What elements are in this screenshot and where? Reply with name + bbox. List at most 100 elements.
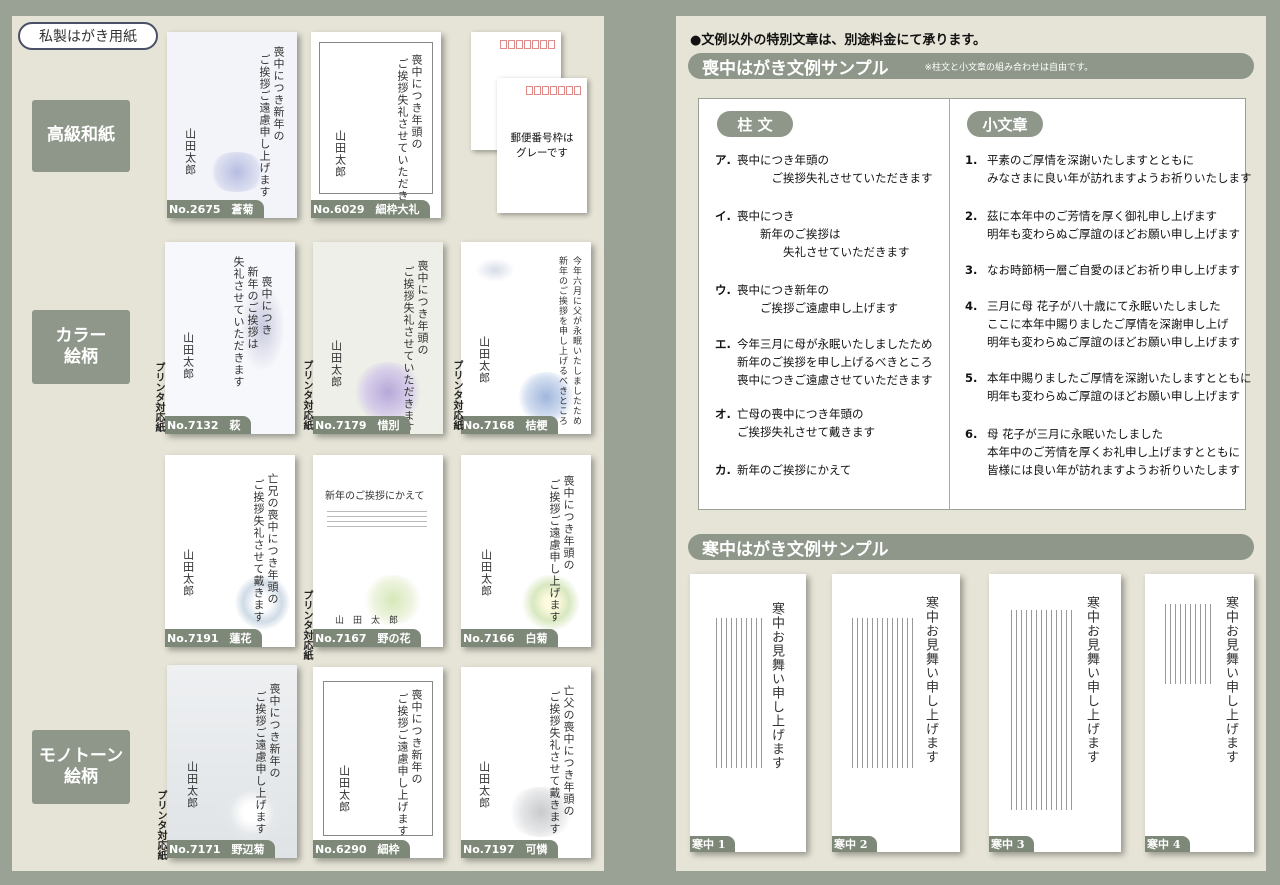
- kanchu-body-text: [848, 618, 914, 768]
- kobunsho-text: 三月に母 花子が八十歳にて永眠いたしました: [987, 299, 1221, 313]
- card-sender: 山田太郎: [479, 549, 493, 597]
- card-number-label: No.7168 桔梗: [461, 416, 558, 434]
- card-number-label: No.6029 細枠大礼: [311, 200, 430, 218]
- card-sender: 山田太郎: [477, 336, 491, 384]
- card-sender: 山田太郎: [181, 332, 195, 380]
- hashira-mark: ア.: [715, 153, 731, 167]
- card-6029[interactable]: 喪中につき年頭の ご挨拶失礼させていただきます 山田太郎 No.6029 細枠大…: [311, 32, 441, 218]
- cloud-decoration: [475, 258, 515, 282]
- kanchu-label: 寒中 4: [1145, 836, 1191, 852]
- hashira-text: 喪中につき新年の: [737, 283, 829, 297]
- hashira-text: 亡母の喪中につき年頭の: [737, 407, 864, 421]
- kobunsho-text: 本年中のご芳情を厚くお礼申し上げますとともに: [987, 445, 1240, 459]
- hashira-text: 新年のご挨拶にかえて: [737, 463, 852, 477]
- kobunsho-text: 茲に本年中のご芳情を厚く御礼申し上げます: [987, 209, 1217, 223]
- card-message: 喪中につき新年の: [268, 683, 281, 779]
- card-number-label: No.6290 細枠: [313, 840, 410, 858]
- card-message: ご挨拶失礼させていただきます: [396, 58, 409, 218]
- card-7179[interactable]: 喪中につき年頭の ご挨拶失礼させていただきます 山田太郎 No.7179 惜別: [313, 242, 443, 434]
- kanchu-body-text: [1161, 604, 1213, 684]
- card-number-label: No.7166 白菊: [461, 629, 558, 647]
- card-sender: 山田太郎: [337, 765, 351, 813]
- kobunsho-text: 本年中賜りましたご厚情を深謝いたしますとともに: [987, 371, 1252, 385]
- kobunsho-mark: 3.: [965, 263, 978, 277]
- kobunsho-text: 皆様には良い年が訪れますようお祈りいたします: [987, 463, 1240, 477]
- hashira-text: 喪中につき年頭の: [737, 153, 829, 167]
- hashira-text: 失礼させていただきます: [737, 245, 910, 259]
- card-message: ご挨拶失礼させて戴きます: [252, 479, 265, 623]
- card-sender: 山田太郎: [477, 761, 491, 809]
- card-message: 新年のご挨拶を申し上げるべきところ: [557, 256, 567, 426]
- card-message: 喪中につき年頭の: [410, 54, 423, 150]
- zip-boxes: [526, 86, 581, 95]
- hashira-item: オ. 亡母の喪中につき年頭の ご挨拶失礼させて戴きます: [715, 405, 875, 441]
- kanchu-label: 寒中 2: [832, 836, 878, 852]
- card-message: 喪中につき年頭の: [416, 260, 429, 356]
- card-message: 亡父の喪中につき年頭の: [562, 685, 575, 817]
- hashira-text: 喪中につきご遠慮させていただきます: [737, 373, 933, 387]
- kanchu-card-1[interactable]: 寒中お見舞い申し上げます 寒中 1: [690, 574, 806, 852]
- column-divider: [949, 99, 950, 509]
- card-number-label: No.2675 蒼菊: [167, 200, 264, 218]
- mochu-title: 喪中はがき文例サンプル: [702, 58, 889, 79]
- card-message: 亡兄の喪中につき年頭の: [266, 473, 279, 605]
- kobunsho-item: 2. 茲に本年中のご芳情を厚く御礼申し上げます 明年も変わらぬご厚誼のほどお願い申し…: [965, 207, 1240, 243]
- card-sender: 山田太郎: [181, 549, 195, 597]
- card-7167[interactable]: 新年のご挨拶にかえて 山 田 太 郎 No.7167 野の花: [313, 455, 443, 647]
- kobunsho-mark: 2.: [965, 209, 978, 223]
- hashira-mark: イ.: [715, 209, 731, 223]
- card-7171[interactable]: 喪中につき新年の ご挨拶ご遠慮申し上げます 山田太郎 No.7171 野辺菊: [167, 665, 297, 858]
- category-washi: 高級和紙: [32, 100, 130, 172]
- kanchu-body-text: [712, 618, 762, 768]
- card-message: 新年のご挨拶は: [246, 266, 259, 350]
- card-7191[interactable]: 亡兄の喪中につき年頭の ご挨拶失礼させて戴きます 山田太郎 No.7191 蓮花: [165, 455, 295, 647]
- kobunsho-text: なお時節柄一層ご自愛のほどお祈り申し上げます: [987, 263, 1240, 277]
- hashira-mark: エ.: [715, 337, 731, 351]
- card-message: ご挨拶ご遠慮申し上げます: [396, 693, 409, 837]
- card-number-label: No.7171 野辺菊: [167, 840, 275, 858]
- card-message: 喪中につき年頭の: [562, 475, 575, 571]
- hashira-label: 柱 文: [717, 111, 793, 137]
- printer-note: プリンタ対応紙: [301, 360, 312, 430]
- card-7197[interactable]: 亡父の喪中につき年頭の ご挨拶失礼させて戴きます 山田太郎 No.7197 可憐: [461, 667, 591, 858]
- kobunsho-mark: 1.: [965, 153, 978, 167]
- zip-boxes: [500, 40, 555, 49]
- card-6290[interactable]: 喪中につき新年の ご挨拶ご遠慮申し上げます 山田太郎 No.6290 細枠: [313, 667, 443, 858]
- card-message: 喪中につき新年の: [272, 46, 285, 142]
- kobunsho-text: 平素のご厚情を深謝いたしますとともに: [987, 153, 1194, 167]
- card-7132[interactable]: 喪中につき 新年のご挨拶は 失礼させていただきます 山田太郎 No.7132 萩: [165, 242, 295, 434]
- kanchu-heading: 寒中お見舞い申し上げます: [769, 602, 784, 770]
- flower-decoration: [516, 372, 576, 422]
- hashira-mark: カ.: [715, 463, 731, 477]
- card-sender: 山 田 太 郎: [335, 616, 399, 626]
- card-2675[interactable]: 喪中につき新年の ご挨拶ご遠慮申し上げます 山田太郎 No.2675 蒼菊: [167, 32, 297, 218]
- card-7168[interactable]: 今年六月に父が永眠いたしましたため 新年のご挨拶を申し上げるべきところ 山田太郎…: [461, 242, 591, 434]
- card-message: ご挨拶失礼させていただきます: [402, 266, 415, 434]
- card-7166[interactable]: 喪中につき年頭の ご挨拶ご遠慮申し上げます 山田太郎 No.7166 白菊: [461, 455, 591, 647]
- mochu-sample-box: 柱 文 小文章 ア. 喪中につき年頭の ご挨拶失礼させていただきます イ. 喪中につき…: [698, 98, 1252, 510]
- special-text-notice: ●文例以外の特別文章は、別途料金にて承ります。: [690, 33, 987, 48]
- card-message: ご挨拶ご遠慮申し上げます: [254, 691, 267, 835]
- kanchu-card-4[interactable]: 寒中お見舞い申し上げます 寒中 4: [1145, 574, 1254, 852]
- hashira-text: ご挨拶失礼させて戴きます: [737, 425, 875, 439]
- card-body-text: [327, 507, 427, 529]
- kanchu-card-3[interactable]: 寒中お見舞い申し上げます 寒中 3: [989, 574, 1121, 852]
- kobunsho-mark: 4.: [965, 299, 978, 313]
- hashira-text: 今年三月に母が永眠いたしましたため: [737, 337, 933, 351]
- hashira-item: エ. 今年三月に母が永眠いたしましたため 新年のご挨拶を申し上げるべきところ 喪中につ…: [715, 335, 933, 389]
- kanchu-card-2[interactable]: 寒中お見舞い申し上げます 寒中 2: [832, 574, 960, 852]
- hashira-item: カ. 新年のご挨拶にかえて: [715, 461, 851, 479]
- postcard-front: 郵便番号枠は グレーです: [497, 78, 587, 213]
- hashira-item: ウ. 喪中につき新年の ご挨拶ご遠慮申し上げます: [715, 281, 898, 317]
- card-sender: 山田太郎: [183, 128, 197, 176]
- kanchu-title: 寒中はがき文例サンプル: [702, 539, 889, 560]
- card-message: ご挨拶ご遠慮申し上げます: [548, 479, 561, 623]
- card-number-label: No.7132 萩: [165, 416, 251, 434]
- hashira-text: ご挨拶ご遠慮申し上げます: [737, 301, 898, 315]
- printer-note: プリンタ対応紙: [155, 790, 166, 860]
- hashira-text: 喪中につき: [737, 209, 795, 223]
- kobunsho-text: ここに本年中賜りましたご厚情を深謝申し上げ: [987, 317, 1229, 331]
- category-monotone: モノトーン 絵柄: [32, 730, 130, 804]
- kobunsho-item: 4. 三月に母 花子が八十歳にて永眠いたしました ここに本年中賜りましたご厚情を深謝…: [965, 297, 1240, 351]
- card-sender: 山田太郎: [333, 130, 347, 178]
